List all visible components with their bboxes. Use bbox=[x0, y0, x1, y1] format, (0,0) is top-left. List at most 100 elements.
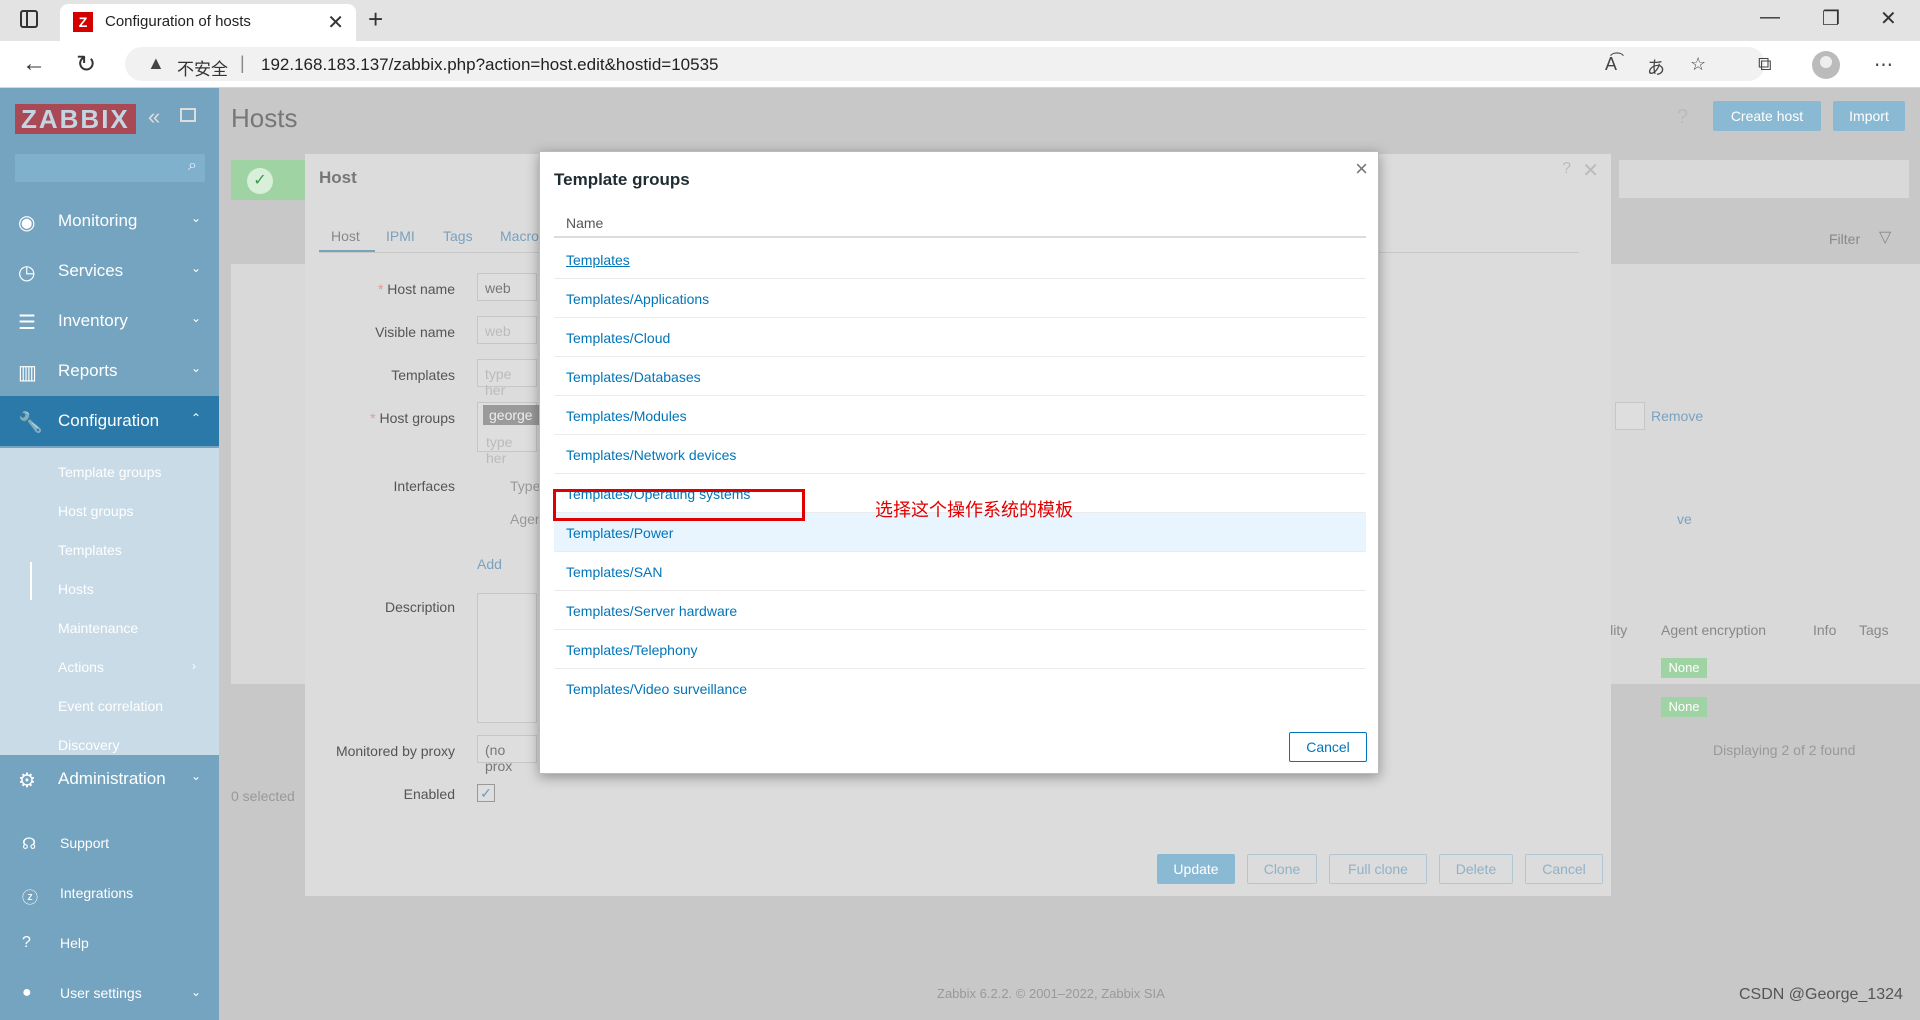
chevron-down-icon: ⌄ bbox=[190, 311, 201, 325]
close-icon[interactable]: × bbox=[1355, 156, 1368, 182]
host-name-input[interactable]: web bbox=[477, 273, 537, 301]
cancel-button[interactable]: Cancel bbox=[1289, 732, 1367, 762]
import-button[interactable]: Import bbox=[1833, 101, 1905, 131]
visible-name-input[interactable]: web bbox=[477, 316, 537, 344]
profile-avatar-icon[interactable] bbox=[1812, 51, 1840, 79]
table-row: Templates/Cloud bbox=[554, 318, 1366, 357]
tab-close-icon[interactable]: ✕ bbox=[327, 10, 344, 35]
delete-button[interactable]: Delete bbox=[1439, 854, 1513, 884]
submenu-actions[interactable]: Actions bbox=[58, 659, 104, 675]
more-menu-icon[interactable]: ⋯ bbox=[1874, 54, 1893, 77]
submenu-maintenance[interactable]: Maintenance bbox=[58, 620, 138, 636]
templates-input[interactable]: type her bbox=[477, 359, 537, 398]
cancel-button[interactable]: Cancel bbox=[1525, 854, 1603, 884]
tab-ipmi[interactable]: IPMI bbox=[386, 228, 415, 244]
list-icon: ☰ bbox=[18, 312, 36, 334]
refresh-icon[interactable]: ↻ bbox=[76, 50, 96, 79]
collections-icon[interactable]: ⧉ bbox=[1758, 54, 1772, 76]
host-group-chip[interactable]: george bbox=[483, 405, 539, 425]
menu-reports[interactable]: ▥ Reports ⌄ bbox=[0, 346, 219, 396]
menu-configuration[interactable]: 🔧 Configuration ⌃ bbox=[0, 396, 219, 446]
restore-icon[interactable]: ❐ bbox=[1822, 6, 1840, 31]
template-group-link[interactable]: Templates/Cloud bbox=[566, 330, 670, 346]
template-group-link[interactable]: Templates/Server hardware bbox=[566, 603, 737, 619]
host-group-extra-input[interactable] bbox=[1615, 402, 1645, 430]
update-button[interactable]: Update bbox=[1157, 854, 1235, 884]
create-host-button[interactable]: Create host bbox=[1713, 101, 1821, 131]
kiosk-mode-icon[interactable] bbox=[180, 108, 196, 122]
clone-button[interactable]: Clone bbox=[1247, 854, 1317, 884]
back-icon[interactable]: ← bbox=[22, 50, 46, 78]
close-icon[interactable]: ✕ bbox=[1582, 158, 1599, 183]
proxy-select[interactable]: (no prox bbox=[477, 735, 537, 774]
template-group-link[interactable]: Templates/Applications bbox=[566, 291, 709, 307]
sidebar-search-input[interactable]: ⌕ bbox=[15, 154, 205, 182]
menu-administration[interactable]: ⚙ Administration ⌄ bbox=[0, 754, 219, 804]
translate-icon[interactable]: あ bbox=[1647, 54, 1665, 80]
template-groups-dialog: Template groups × Name Templates Templat… bbox=[539, 151, 1379, 774]
column-agent-encryption[interactable]: Agent encryption bbox=[1661, 622, 1766, 638]
tab-tags[interactable]: Tags bbox=[443, 228, 473, 244]
read-aloud-icon[interactable]: A͡ bbox=[1605, 54, 1617, 75]
host-groups-placeholder[interactable]: type her bbox=[479, 428, 535, 466]
help-icon[interactable]: ? bbox=[1677, 106, 1688, 129]
url-text[interactable]: 192.168.183.137/zabbix.php?action=host.e… bbox=[261, 55, 719, 75]
template-group-link[interactable]: Templates bbox=[566, 252, 630, 268]
headset-icon: ☊ bbox=[22, 836, 37, 853]
template-group-link[interactable]: Templates/Databases bbox=[566, 369, 701, 385]
submenu-discovery[interactable]: Discovery bbox=[58, 737, 119, 753]
submenu-hosts[interactable]: Hosts bbox=[58, 581, 94, 597]
required-mark: * bbox=[370, 410, 376, 426]
full-clone-button[interactable]: Full clone bbox=[1329, 854, 1427, 884]
footer-integrations[interactable]: ⓩ Integrations bbox=[0, 874, 219, 914]
submenu-template-groups[interactable]: Template groups bbox=[58, 464, 162, 480]
minimize-icon[interactable]: — bbox=[1760, 6, 1780, 29]
template-group-link[interactable]: Templates/Telephony bbox=[566, 642, 698, 658]
footer-support[interactable]: ☊ Support bbox=[0, 824, 219, 864]
column-info: Info bbox=[1813, 622, 1837, 638]
new-tab-icon[interactable]: + bbox=[368, 4, 383, 35]
tab-macros[interactable]: Macro bbox=[500, 228, 539, 244]
enabled-label: Enabled bbox=[403, 786, 455, 802]
submenu-event-correlation[interactable]: Event correlation bbox=[58, 698, 163, 714]
remove-interface-link[interactable]: ve bbox=[1677, 511, 1692, 527]
search-icon[interactable]: ⌕ bbox=[188, 157, 197, 175]
filter-icon[interactable]: ▽ bbox=[1879, 227, 1891, 247]
zabbix-logo[interactable]: ZABBIX bbox=[15, 104, 136, 134]
description-textarea[interactable] bbox=[477, 593, 537, 723]
status-badge: None bbox=[1661, 658, 1707, 678]
user-icon: ● bbox=[22, 984, 32, 1001]
visible-name-label: Visible name bbox=[375, 324, 455, 340]
menu-label: Services bbox=[58, 261, 124, 280]
table-row: Templates/Applications bbox=[554, 279, 1366, 318]
menu-inventory[interactable]: ☰ Inventory ⌄ bbox=[0, 296, 219, 346]
menu-services[interactable]: ◷ Services ⌄ bbox=[0, 246, 219, 296]
chevron-right-icon: › bbox=[192, 659, 196, 673]
tab-actions-icon[interactable] bbox=[20, 10, 38, 28]
submenu-templates[interactable]: Templates bbox=[58, 542, 122, 558]
interface-type-header: Type bbox=[510, 478, 541, 494]
tab-title: Configuration of hosts bbox=[105, 13, 251, 30]
template-group-link[interactable]: Templates/Video surveillance bbox=[566, 681, 747, 697]
menu-monitoring[interactable]: ◉ Monitoring ⌄ bbox=[0, 196, 219, 246]
table-row: Templates/Databases bbox=[554, 357, 1366, 396]
collapse-sidebar-icon[interactable]: « bbox=[148, 104, 160, 130]
menu-label: Reports bbox=[58, 361, 118, 380]
filter-tab[interactable]: Filter bbox=[1829, 231, 1860, 247]
footer-user-settings[interactable]: ● User settings ⌄ bbox=[0, 974, 219, 1014]
footer-help[interactable]: ? Help bbox=[0, 924, 219, 964]
window-close-icon[interactable]: ✕ bbox=[1880, 6, 1897, 31]
submenu-host-groups[interactable]: Host groups bbox=[58, 503, 133, 519]
browser-tab[interactable]: Z Configuration of hosts ✕ bbox=[60, 4, 356, 41]
add-interface-link[interactable]: Add bbox=[477, 556, 502, 572]
enabled-checkbox[interactable]: ✓ bbox=[477, 784, 495, 802]
remove-link[interactable]: Remove bbox=[1651, 408, 1703, 424]
template-group-link[interactable]: Templates/Power bbox=[566, 525, 673, 541]
address-bar[interactable]: ▲ 不安全 | 192.168.183.137/zabbix.php?actio… bbox=[125, 47, 1765, 81]
template-group-link[interactable]: Templates/Network devices bbox=[566, 447, 736, 463]
help-icon[interactable]: ? bbox=[1562, 160, 1571, 178]
template-group-link[interactable]: Templates/Modules bbox=[566, 408, 687, 424]
template-group-link[interactable]: Templates/SAN bbox=[566, 564, 662, 580]
favorite-icon[interactable]: ☆ bbox=[1690, 54, 1706, 75]
tab-host[interactable]: Host bbox=[331, 228, 360, 244]
